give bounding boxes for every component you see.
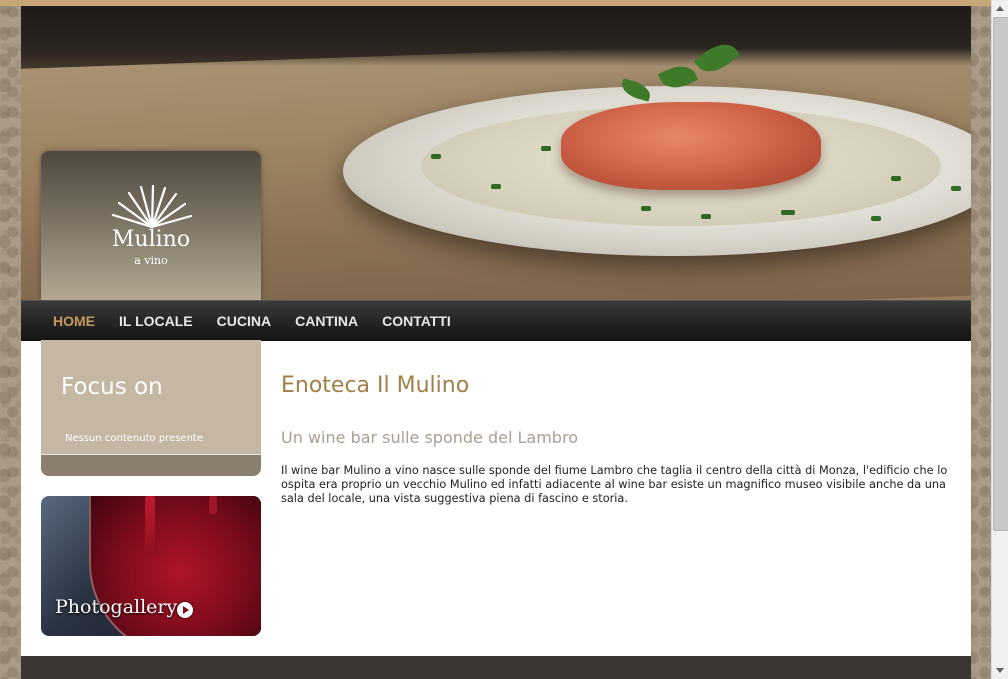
logo[interactable]: Mulino a vino: [41, 151, 261, 300]
focus-empty-message: Nessun contenuto presente: [65, 433, 203, 444]
nav-item-cucina[interactable]: CUCINA: [217, 313, 271, 329]
nav-item-il-locale[interactable]: IL LOCALE: [119, 313, 193, 329]
logo-name: Mulino: [111, 227, 191, 252]
photogallery-banner[interactable]: Photogallery: [41, 496, 261, 636]
main-navigation: HOME IL LOCALE CUCINA CANTINA CONTATTI: [21, 300, 971, 341]
focus-on-box: Focus on Nessun contenuto presente: [41, 340, 261, 476]
focus-title: Focus on: [61, 374, 163, 400]
nav-item-cantina[interactable]: CANTINA: [295, 313, 358, 329]
page-title: Enoteca Il Mulino: [281, 373, 470, 398]
scroll-up-arrow-icon[interactable]: [992, 0, 1008, 17]
focus-footer-bar: [41, 454, 261, 476]
logo-tagline: a vino: [134, 254, 168, 267]
page-subtitle: Un wine bar sulle sponde del Lambro: [281, 428, 578, 447]
intro-paragraph: Il wine bar Mulino a vino nasce sulle sp…: [281, 464, 948, 505]
wheat-fan-logo-icon: [111, 185, 193, 229]
photogallery-label: Photogallery: [55, 596, 178, 618]
page-container: Mulino a vino HOME IL LOCALE CUCINA CANT…: [21, 6, 971, 679]
footer-bar: [21, 656, 971, 679]
nav-item-contatti[interactable]: CONTATTI: [382, 313, 451, 329]
play-arrow-icon[interactable]: [177, 602, 193, 618]
scroll-down-arrow-icon[interactable]: [992, 662, 1008, 679]
nav-item-home[interactable]: HOME: [53, 313, 95, 329]
scrollbar-thumb[interactable]: [993, 17, 1008, 531]
vertical-scrollbar[interactable]: [991, 0, 1008, 679]
salmon-tartare-image: [561, 102, 821, 190]
